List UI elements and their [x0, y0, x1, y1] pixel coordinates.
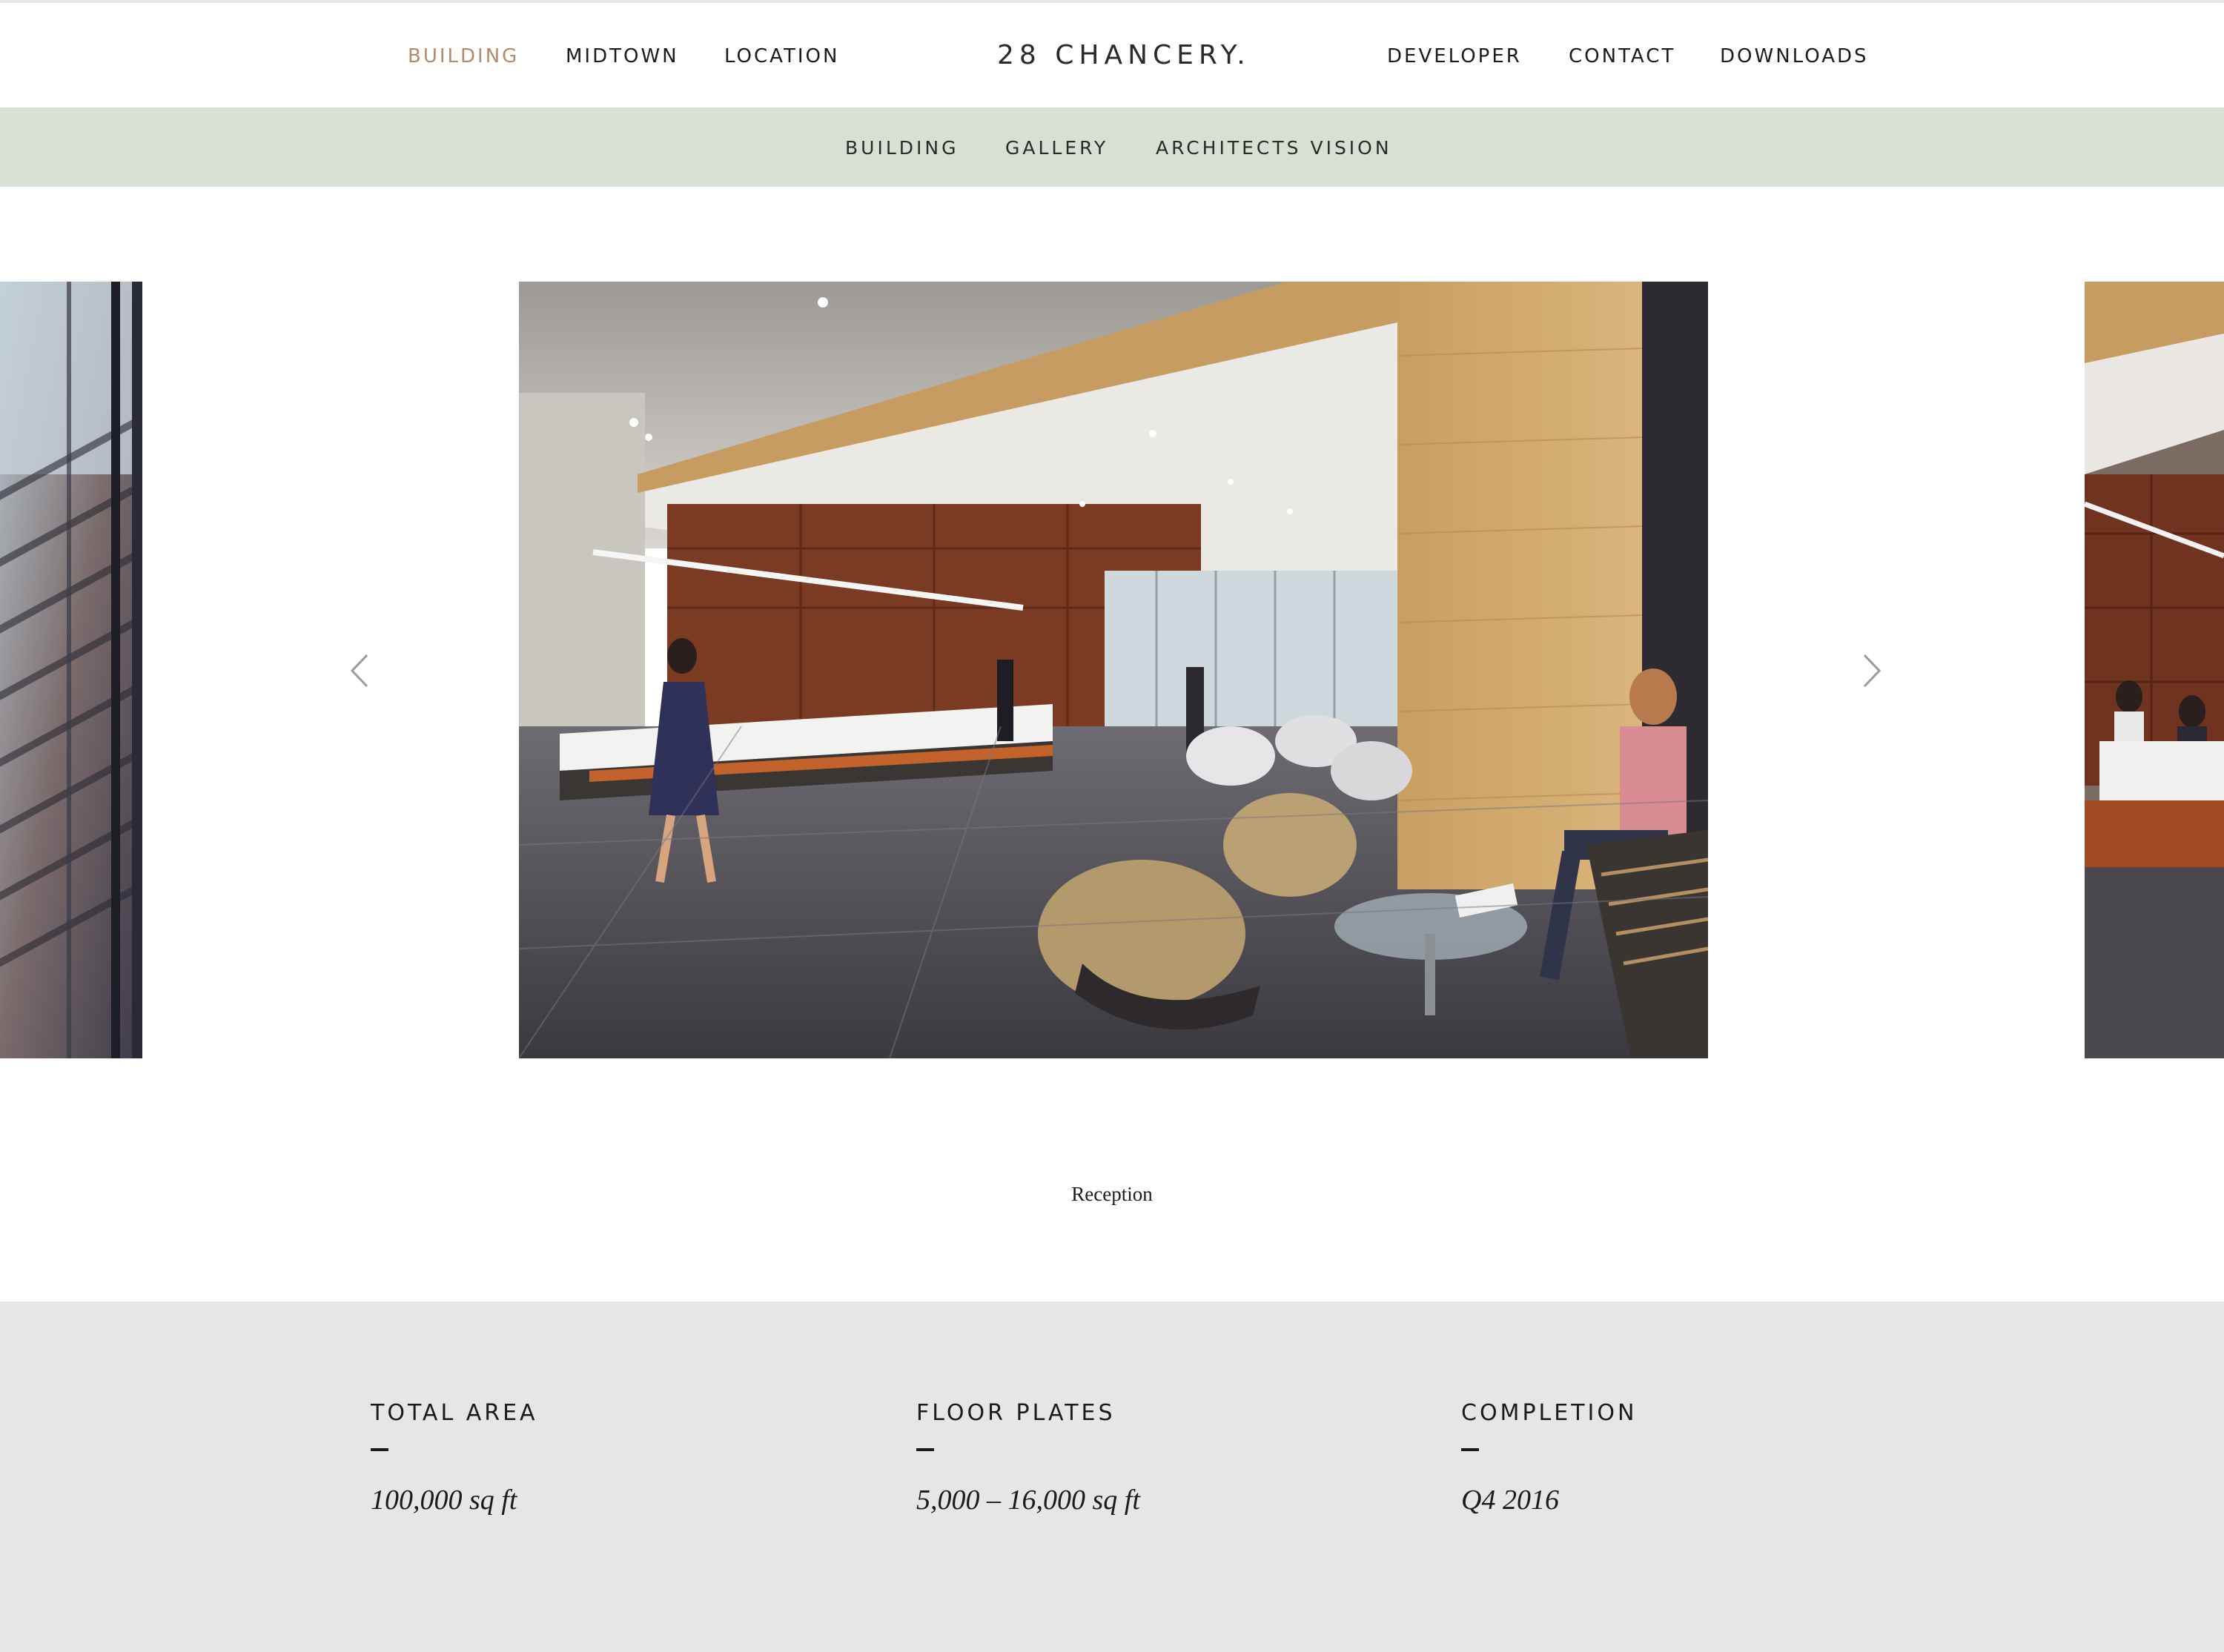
nav-link-midtown[interactable]: MIDTOWN — [566, 45, 679, 67]
exterior-facade-image — [0, 282, 142, 1058]
fact-total-area: TOTAL AREA 100,000 sq ft — [371, 1400, 538, 1516]
nav-link-building[interactable]: BUILDING — [408, 45, 519, 67]
dash-divider — [1461, 1448, 1479, 1451]
fact-label: COMPLETION — [1461, 1400, 1638, 1426]
top-navigation: BUILDING MIDTOWN LOCATION 28 CHANCERY. D… — [0, 0, 2224, 107]
chevron-left-icon — [350, 654, 368, 688]
dash-divider — [371, 1448, 388, 1451]
reception-desk-image — [2085, 282, 2224, 1058]
sub-navigation: BUILDING GALLERY ARCHITECTS VISION — [0, 107, 2224, 187]
fact-value: Q4 2016 — [1461, 1485, 1559, 1516]
carousel-prev-button[interactable] — [345, 652, 374, 689]
nav-link-contact[interactable]: CONTACT — [1569, 45, 1675, 67]
carousel-next-button[interactable] — [1857, 652, 1887, 689]
subnav-link-architects-vision[interactable]: ARCHITECTS VISION — [1156, 137, 1392, 159]
carousel-slide-current[interactable] — [519, 282, 1708, 1058]
page: BUILDING MIDTOWN LOCATION 28 CHANCERY. D… — [0, 0, 2224, 1652]
slide-caption: Reception — [1071, 1183, 1153, 1205]
dash-divider — [916, 1448, 934, 1451]
carousel-slide-next[interactable] — [2085, 282, 2224, 1058]
subnav-link-building[interactable]: BUILDING — [845, 137, 959, 159]
fact-floor-plates: FLOOR PLATES 5,000 – 16,000 sq ft — [916, 1400, 1140, 1516]
building-facts: TOTAL AREA 100,000 sq ft FLOOR PLATES 5,… — [0, 1301, 2224, 1652]
fact-value: 100,000 sq ft — [371, 1485, 517, 1516]
fact-completion: COMPLETION Q4 2016 — [1461, 1400, 1637, 1516]
fact-label: TOTAL AREA — [371, 1400, 538, 1426]
carousel-slide-previous[interactable] — [0, 282, 142, 1058]
site-logo[interactable]: 28 CHANCERY. — [997, 40, 1251, 70]
nav-link-downloads[interactable]: DOWNLOADS — [1720, 45, 1869, 67]
nav-link-location[interactable]: LOCATION — [724, 45, 839, 67]
nav-link-developer[interactable]: DEVELOPER — [1387, 45, 1522, 67]
reception-lobby-image — [519, 282, 1708, 1058]
fact-label: FLOOR PLATES — [916, 1400, 1116, 1426]
subnav-link-gallery[interactable]: GALLERY — [1005, 137, 1108, 159]
fact-value: 5,000 – 16,000 sq ft — [916, 1485, 1140, 1516]
chevron-right-icon — [1863, 654, 1882, 688]
